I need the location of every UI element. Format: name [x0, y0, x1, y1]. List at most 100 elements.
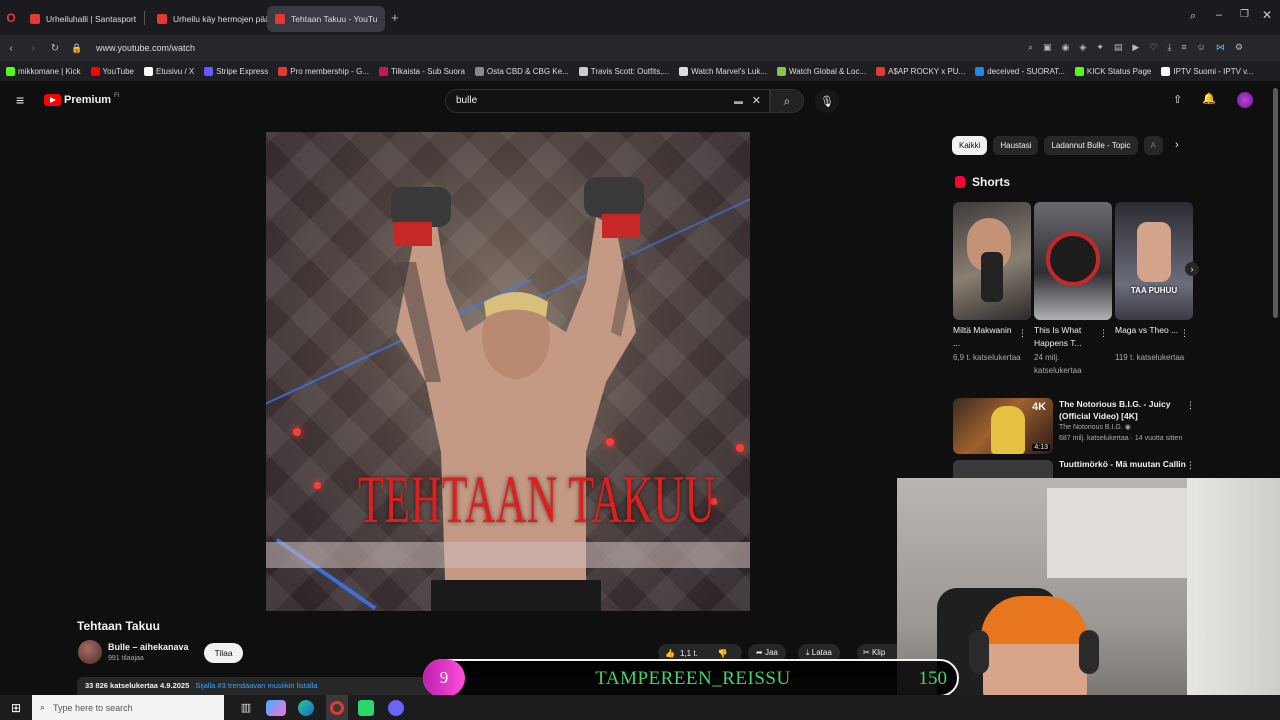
upload-icon[interactable]: ⇧ [1173, 93, 1182, 106]
short-overlay-text: TAA PUHUU [1130, 286, 1178, 295]
subscribe-button[interactable]: Tilaa [204, 643, 243, 663]
forward-icon[interactable]: › [22, 43, 44, 54]
reload-icon[interactable]: ↻ [44, 43, 66, 54]
copilot-icon[interactable] [266, 699, 286, 716]
opera-taskbar-icon[interactable] [326, 695, 348, 720]
camera-icon[interactable]: ◉ [1062, 42, 1070, 53]
profile-icon[interactable]: ☺ [1197, 42, 1206, 53]
close-window-icon[interactable]: ✕ [1262, 8, 1272, 22]
hamburger-menu-icon[interactable]: ≡ [16, 92, 24, 108]
bookmark-10[interactable]: Watch Global & Loc... [777, 66, 866, 76]
short-thumbnail-1[interactable] [953, 202, 1031, 320]
trending-link[interactable]: Sijalla #3 trendaavan musiikin listalla [195, 681, 317, 690]
shield-icon[interactable]: ◈ [1079, 42, 1086, 53]
edge-icon[interactable] [298, 699, 314, 716]
dislike-icon[interactable]: 👎 [718, 649, 728, 658]
bookmark-9[interactable]: Watch Marvel's Luk... [679, 66, 767, 76]
filter-chips: Kaikki Haustasi Ladannut Bulle - Topic A [952, 136, 1163, 155]
channel-label[interactable]: The Notorious B.I.G. [1059, 424, 1123, 431]
app-icon[interactable] [358, 699, 374, 716]
bookmark-5[interactable]: Pro membership - G... [278, 66, 369, 76]
youtube-logo[interactable]: Premium FI [44, 93, 119, 106]
bookmark-label: mikkomane | Kick [18, 66, 81, 76]
microphone-shape [981, 252, 1003, 302]
back-icon[interactable]: ‹ [0, 43, 22, 54]
bookmark-3[interactable]: Etusivu / X [143, 66, 194, 76]
tab-3-active[interactable]: Tehtaan Takuu - YouTu [267, 5, 385, 32]
shorts-logo-icon [955, 176, 965, 188]
bookmark-14[interactable]: IPTV Suomi - IPTV v... [1161, 66, 1253, 76]
bookmark-2[interactable]: YouTube [90, 66, 134, 76]
chip-more[interactable]: A [1143, 136, 1163, 155]
bookmark-6[interactable]: Tilkaista - Sub Suora [378, 66, 465, 76]
short-thumbnail-3[interactable]: TAA PUHUU [1115, 202, 1193, 320]
shorts-next-icon[interactable]: › [1185, 262, 1199, 276]
short-title-2[interactable]: This Is What Happens T... [1034, 324, 1100, 350]
snapshot-icon[interactable]: ▣ [1043, 42, 1052, 53]
bookmark-8[interactable]: Travis Scott: Outfits,... [578, 66, 669, 76]
short-thumbnail-2[interactable] [1034, 202, 1112, 320]
menu-icon[interactable]: ≡ [1181, 42, 1186, 53]
recommendation-meta: 687 milj. katselukertaa · 14 vuotta sitt… [1059, 435, 1183, 442]
new-tab-icon[interactable]: + [391, 10, 399, 25]
short-title-3[interactable]: Maga vs Theo ... [1115, 324, 1181, 337]
short-title-1[interactable]: Miltä Makwanin ... [953, 324, 1019, 350]
recommendation-thumbnail[interactable]: 4K 4:13 [953, 398, 1053, 454]
settings-icon[interactable]: ⚙ [1235, 42, 1243, 53]
video-player[interactable]: TEHTAAN TAKUU [266, 132, 750, 611]
download-icon[interactable]: ⤓ [1167, 42, 1171, 53]
like-count[interactable]: 1,1 t. [680, 649, 698, 658]
opera-logo-icon[interactable]: O [0, 11, 22, 25]
page-scrollbar[interactable] [1273, 88, 1278, 318]
heart-icon[interactable]: ♡ [1149, 42, 1157, 53]
wallet-icon[interactable]: ▤ [1114, 42, 1123, 53]
url-field[interactable]: www.youtube.com/watch [96, 43, 195, 53]
extension-icon[interactable]: ✦ [1096, 42, 1104, 53]
discord-icon[interactable] [388, 699, 404, 716]
maximize-icon[interactable]: ❐ [1240, 9, 1249, 20]
clear-search-icon[interactable]: ✕ [752, 90, 761, 112]
chip-for-you[interactable]: Haustasi [993, 136, 1039, 155]
keyboard-icon[interactable]: ▬ [734, 90, 743, 112]
more-options-icon[interactable]: ⋮ [1018, 328, 1027, 339]
chip-uploaded-by[interactable]: Ladannut Bulle - Topic [1044, 136, 1138, 155]
avatar[interactable] [1237, 92, 1253, 108]
more-options-icon[interactable]: ⋮ [1186, 400, 1195, 411]
tab-title: Tehtaan Takuu - YouTu [291, 13, 378, 24]
search-button[interactable]: ⌕ [770, 89, 804, 113]
bookmark-11[interactable]: A$AP ROCKY x PU... [876, 66, 965, 76]
chip-all[interactable]: Kaikki [952, 136, 988, 155]
ai-icon[interactable]: ⋈ [1216, 42, 1225, 53]
channel-avatar[interactable] [78, 640, 102, 664]
more-options-icon[interactable]: ⋮ [1186, 460, 1195, 471]
minimize-icon[interactable]: – [1216, 9, 1222, 21]
recommendation-title[interactable]: The Notorious B.I.G. - Juicy (Official V… [1059, 398, 1179, 422]
search-icon: ⌕ [40, 702, 46, 712]
notifications-bell-icon[interactable]: 🔔 [1202, 92, 1216, 105]
zoom-icon[interactable]: ⌕ [1028, 42, 1033, 53]
bookmark-7[interactable]: Osta CBD & CBG Ke... [474, 66, 569, 76]
recommendation-thumbnail[interactable] [953, 460, 1053, 478]
chips-next-icon[interactable]: › [1175, 139, 1179, 151]
tab-2[interactable]: Urheilu käy hermojen pää [149, 6, 267, 32]
play-icon[interactable]: ▶ [1132, 42, 1139, 53]
recommendation-channel: The Notorious B.I.G. ◉ [1059, 423, 1131, 431]
bookmark-12[interactable]: deceived - SUORAT... [975, 66, 1065, 76]
like-icon[interactable]: 👍 [665, 649, 675, 658]
bookmark-4[interactable]: Stripe Express [204, 66, 268, 76]
windows-start-icon[interactable]: ⊞ [0, 701, 32, 715]
voice-search-button[interactable]: 🎙 [815, 89, 839, 113]
more-options-icon[interactable]: ⋮ [1099, 328, 1108, 339]
task-view-icon[interactable]: ▥ [234, 701, 258, 714]
taskbar-search-input[interactable]: ⌕ Type here to search [32, 695, 224, 720]
tab-1[interactable]: Urheiluhalli | Santasport [22, 6, 140, 32]
bookmark-1[interactable]: mikkomane | Kick [6, 66, 81, 76]
more-options-icon[interactable]: ⋮ [1180, 328, 1189, 339]
verified-icon: ◉ [1124, 424, 1131, 431]
search-tabs-icon[interactable]: ⌕ [1190, 10, 1196, 23]
search-input[interactable]: bulle ▬ ✕ [445, 89, 770, 113]
thumbnail-person [991, 406, 1025, 454]
channel-name[interactable]: Bulle – aihekanava [108, 642, 189, 652]
recommendation-title[interactable]: Tuuttimörkö - Mä muutan Callin [1059, 459, 1189, 469]
bookmark-13[interactable]: KICK Status Page [1074, 66, 1151, 76]
